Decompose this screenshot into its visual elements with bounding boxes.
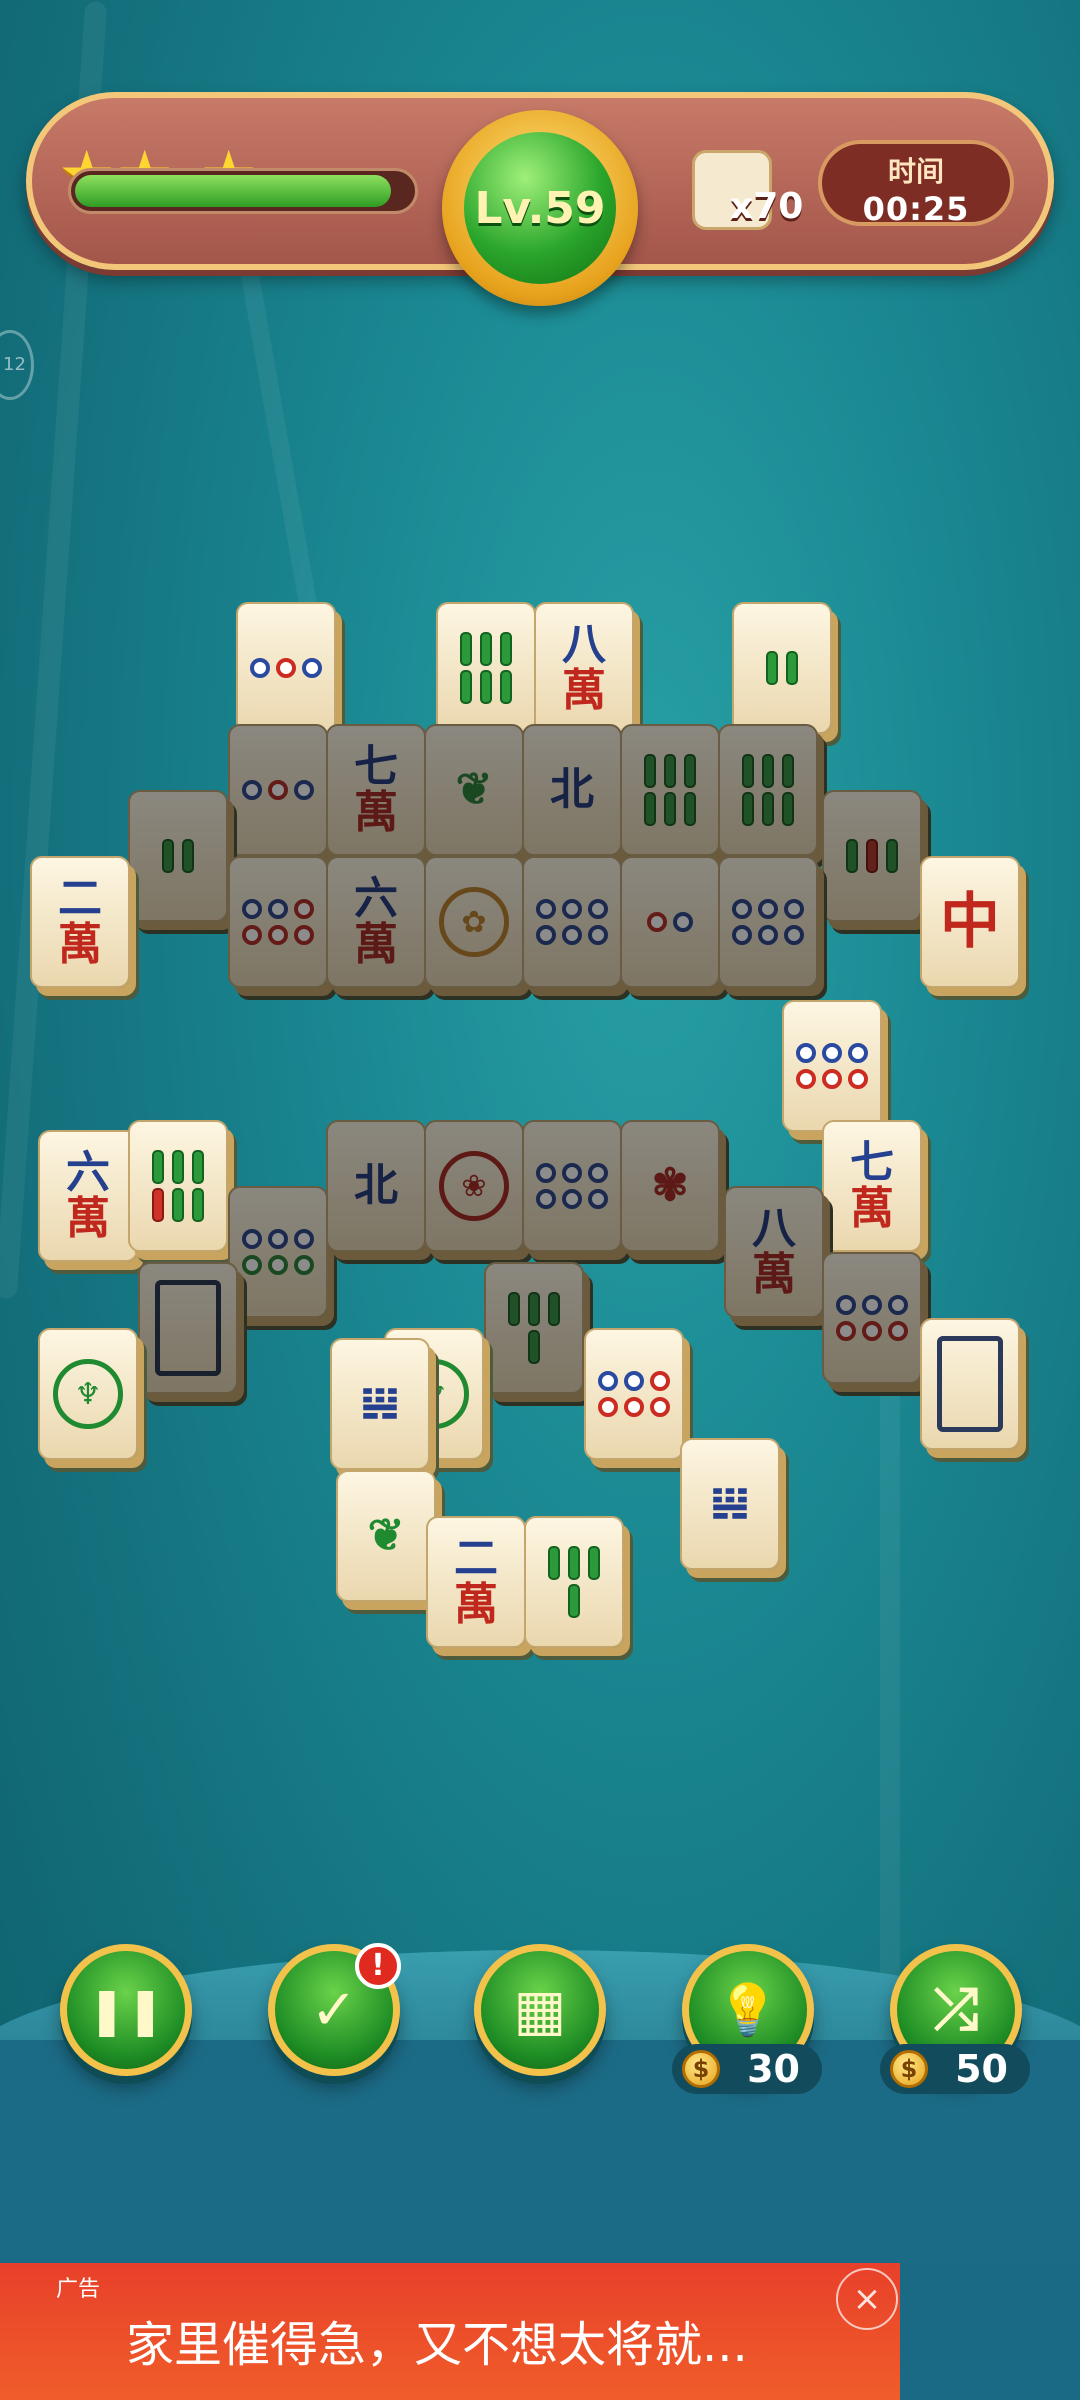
level-progress-fill bbox=[75, 175, 391, 207]
mahjong-tile[interactable]: ❦ bbox=[336, 1470, 436, 1602]
mahjong-tile[interactable] bbox=[236, 602, 336, 734]
mahjong-tile: ❦ bbox=[424, 724, 524, 856]
mahjong-tile bbox=[620, 856, 720, 988]
level-badge: Lv.59 bbox=[442, 110, 638, 306]
mahjong-tile bbox=[228, 856, 328, 988]
mahjong-tile bbox=[228, 1186, 328, 1318]
mahjong-tile[interactable]: 七萬 bbox=[822, 1120, 922, 1252]
mahjong-tile: 北 bbox=[326, 1120, 426, 1252]
timer-label: 时间 bbox=[887, 155, 944, 188]
mahjong-tile bbox=[484, 1262, 584, 1394]
calendar-check-icon: ✓ bbox=[310, 1977, 358, 2043]
mahjong-tile[interactable]: 八萬 bbox=[534, 602, 634, 734]
mahjong-tile[interactable] bbox=[732, 602, 832, 734]
mahjong-tile[interactable]: 中 bbox=[920, 856, 1020, 988]
mahjong-tile bbox=[718, 856, 818, 988]
mahjong-tile: ❀ bbox=[424, 1120, 524, 1252]
mahjong-tile[interactable] bbox=[524, 1516, 624, 1648]
shuffle-icon: ⤮ bbox=[933, 1977, 979, 2042]
mahjong-tile[interactable]: 二萬 bbox=[30, 856, 130, 988]
mahjong-tile[interactable]: 𝍏 bbox=[680, 1438, 780, 1570]
ad-banner[interactable]: 广告 家里催得急，又不想太将就... bbox=[0, 2263, 900, 2400]
mahjong-tile bbox=[138, 1262, 238, 1394]
mahjong-tile bbox=[522, 1120, 622, 1252]
mahjong-tile: ✿ bbox=[424, 856, 524, 988]
notification-badge: ! bbox=[355, 1943, 401, 1989]
calendar-icon: ▦ bbox=[513, 1977, 567, 2043]
mahjong-tile[interactable] bbox=[128, 1120, 228, 1252]
shuffle-cost-value: 50 bbox=[955, 2047, 1008, 2091]
calendar-button[interactable]: ▦ bbox=[474, 1944, 606, 2076]
ad-text: 家里催得急，又不想太将就... bbox=[126, 2317, 748, 2373]
mahjong-tile[interactable] bbox=[436, 602, 536, 734]
ad-tag: 广告 bbox=[56, 2277, 101, 2302]
timer-value: 00:25 bbox=[862, 190, 970, 228]
coin-icon: $ bbox=[890, 2050, 928, 2088]
mahjong-tile: 北 bbox=[522, 724, 622, 856]
mahjong-tile[interactable] bbox=[920, 1318, 1020, 1450]
level-progress-bar bbox=[68, 168, 418, 214]
hint-cost-value: 30 bbox=[747, 2047, 800, 2091]
mahjong-tile bbox=[822, 1252, 922, 1384]
mahjong-tile: ✾ bbox=[620, 1120, 720, 1252]
shuffle-cost: $ 50 bbox=[880, 2044, 1030, 2094]
level-label: Lv.59 bbox=[464, 132, 616, 284]
timer-panel: 时间 00:25 bbox=[818, 140, 1014, 228]
hint-cost: $ 30 bbox=[672, 2044, 822, 2094]
mahjong-tile bbox=[228, 724, 328, 856]
remaining-tiles-count: x70 bbox=[730, 186, 804, 227]
mahjong-tile bbox=[620, 724, 720, 856]
mahjong-tile[interactable]: ♆ bbox=[38, 1328, 138, 1460]
mahjong-tile[interactable] bbox=[782, 1000, 882, 1132]
ad-close-button[interactable]: × bbox=[836, 2268, 898, 2330]
lightbulb-icon: 💡 bbox=[716, 1980, 780, 2039]
mahjong-tile: 八萬 bbox=[724, 1186, 824, 1318]
mahjong-tile[interactable]: 𝍏 bbox=[330, 1338, 430, 1470]
mahjong-tile bbox=[822, 790, 922, 922]
mahjong-tile: 六萬 bbox=[326, 856, 426, 988]
mahjong-tile bbox=[718, 724, 818, 856]
mahjong-tile[interactable] bbox=[584, 1328, 684, 1460]
mahjong-tile bbox=[128, 790, 228, 922]
mahjong-tile: 七萬 bbox=[326, 724, 426, 856]
mahjong-tile bbox=[522, 856, 622, 988]
mahjong-tile[interactable]: 二萬 bbox=[426, 1516, 526, 1648]
coin-icon: $ bbox=[682, 2050, 720, 2088]
pause-button[interactable]: ❚❚ bbox=[60, 1944, 192, 2076]
pause-icon: ❚❚ bbox=[87, 1983, 165, 2037]
mahjong-tile[interactable]: 六萬 bbox=[38, 1130, 138, 1262]
bamboo-decoration bbox=[880, 1350, 900, 2000]
ad-side-area bbox=[900, 2263, 1080, 2400]
